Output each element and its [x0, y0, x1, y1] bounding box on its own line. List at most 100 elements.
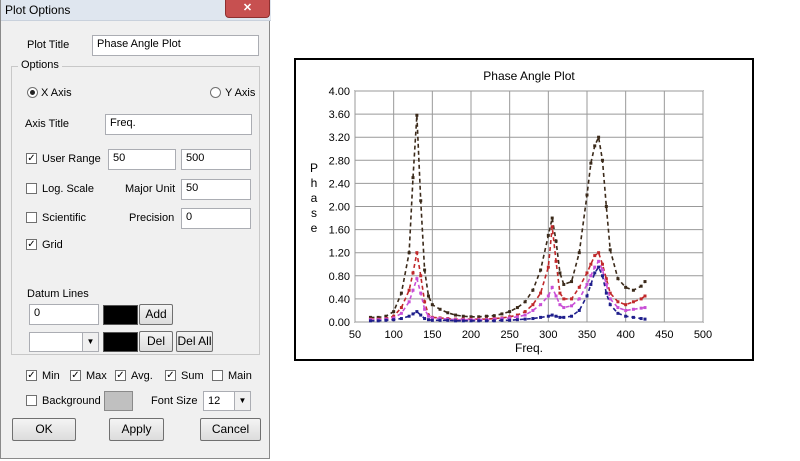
data-point — [415, 310, 419, 314]
x-tick-label: 500 — [694, 329, 712, 341]
range-min-input[interactable]: 50 — [108, 149, 176, 170]
data-point — [643, 294, 647, 298]
apply-button[interactable]: Apply — [109, 418, 164, 441]
font-size-value: 12 — [208, 395, 221, 407]
sum-checkbox[interactable]: ✓ — [165, 370, 176, 381]
data-point — [624, 314, 628, 318]
y-tick-label: 1.20 — [329, 248, 350, 260]
datum-select[interactable]: ▼ — [29, 332, 99, 352]
data-point — [419, 199, 423, 203]
axis-title-input[interactable]: Freq. — [105, 114, 252, 135]
data-point — [616, 277, 620, 281]
data-point — [523, 310, 527, 314]
data-point — [554, 259, 558, 263]
data-point — [616, 306, 620, 310]
precision-input[interactable]: 0 — [181, 208, 251, 229]
max-checkbox[interactable]: ✓ — [70, 370, 81, 381]
data-point — [558, 303, 562, 307]
data-point — [639, 297, 643, 301]
scientific-checkbox[interactable] — [26, 212, 37, 223]
data-point — [639, 284, 643, 288]
plot-title-input[interactable]: Phase Angle Plot — [92, 35, 259, 56]
chart-panel: Phase Angle Plot 0.00 0.40 0.80 1.20 1.60 2.00… — [294, 58, 754, 361]
data-point — [639, 306, 643, 310]
background-color-swatch[interactable] — [104, 391, 133, 411]
data-point — [531, 303, 535, 307]
delete-datum-button[interactable]: Del — [139, 331, 173, 352]
data-point — [438, 318, 442, 322]
background-label: Background — [42, 395, 101, 407]
y-axis-label: Y Axis — [225, 87, 256, 99]
data-point — [554, 314, 558, 318]
options-group-label: Options — [18, 59, 62, 71]
data-point — [558, 271, 562, 275]
data-point — [643, 317, 647, 321]
datum-color-swatch-2[interactable] — [103, 332, 138, 352]
data-point — [539, 315, 543, 319]
data-point — [558, 291, 562, 295]
delete-all-datum-button[interactable]: Del All — [176, 331, 213, 352]
data-point — [570, 304, 574, 308]
data-point — [631, 315, 635, 319]
x-tick-label: 100 — [384, 329, 402, 341]
data-point — [546, 294, 550, 298]
data-point — [608, 303, 612, 307]
major-unit-input[interactable]: 50 — [181, 179, 251, 200]
data-point — [515, 315, 519, 319]
data-point — [570, 280, 574, 284]
ok-button[interactable]: OK — [12, 418, 76, 441]
x-tick-label: 200 — [462, 329, 480, 341]
scientific-label: Scientific — [42, 212, 87, 224]
datum-color-swatch[interactable] — [103, 305, 138, 325]
close-button[interactable]: ✕ — [225, 0, 270, 18]
x-axis-label: X Axis — [41, 87, 72, 99]
data-point — [577, 251, 581, 255]
data-point — [554, 294, 558, 298]
data-point — [415, 251, 419, 255]
avg-checkbox[interactable]: ✓ — [115, 370, 126, 381]
cancel-button[interactable]: Cancel — [200, 418, 261, 441]
x-tick-label: 400 — [616, 329, 634, 341]
data-point — [585, 282, 589, 286]
y-axis-radio[interactable] — [210, 87, 221, 98]
data-point — [550, 216, 554, 220]
chevron-down-icon[interactable]: ▼ — [82, 333, 98, 351]
data-point — [508, 318, 512, 322]
y-tick-label: 2.00 — [329, 202, 350, 214]
data-point — [419, 313, 423, 317]
data-point — [531, 308, 535, 312]
data-point — [399, 317, 403, 321]
data-point — [585, 193, 589, 197]
data-point — [484, 314, 488, 318]
background-checkbox[interactable] — [26, 395, 37, 406]
data-point — [531, 288, 535, 292]
x-axis-radio[interactable] — [27, 87, 38, 98]
chevron-down-icon[interactable]: ▼ — [234, 392, 250, 410]
data-point — [508, 310, 512, 314]
data-point — [523, 313, 527, 317]
min-checkbox[interactable]: ✓ — [26, 370, 37, 381]
chart-title: Phase Angle Plot — [483, 69, 575, 83]
data-point — [597, 259, 601, 263]
data-point — [589, 262, 593, 266]
data-point — [562, 297, 566, 301]
data-point — [426, 314, 430, 318]
font-size-select[interactable]: 12 ▼ — [203, 391, 251, 411]
data-point — [593, 265, 597, 269]
data-point — [423, 317, 427, 321]
user-range-checkbox[interactable]: ✓ — [26, 153, 37, 164]
data-point — [562, 306, 566, 310]
y-tick-label: 0.80 — [329, 271, 350, 283]
grid-checkbox[interactable]: ✓ — [26, 239, 37, 250]
main-checkbox[interactable] — [212, 370, 223, 381]
data-point — [589, 161, 593, 165]
data-point — [419, 274, 423, 278]
x-axis-label: Freq. — [515, 341, 543, 355]
datum-value-input[interactable]: 0 — [29, 304, 99, 325]
data-point — [558, 315, 562, 319]
data-point — [570, 314, 574, 318]
add-datum-button[interactable]: Add — [139, 304, 173, 325]
range-max-input[interactable]: 500 — [181, 149, 251, 170]
log-scale-checkbox[interactable] — [26, 183, 37, 194]
avg-label: Avg. — [131, 370, 153, 382]
